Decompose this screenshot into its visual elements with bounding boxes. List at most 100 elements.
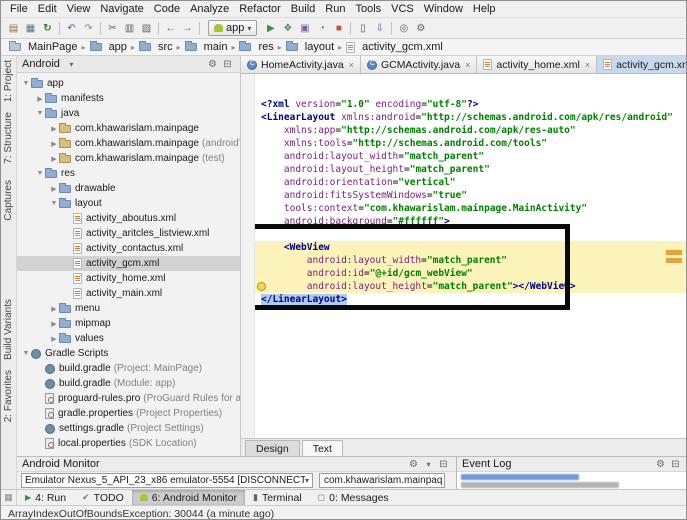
code-line[interactable]: android:background="#ffffff"> [255,215,687,228]
chevron-right-icon[interactable]: ▶ [35,95,45,103]
tree-item-local-properties-sdk-location[interactable]: local.properties(SDK Location) [17,436,240,451]
menu-vcs[interactable]: VCS [386,2,419,16]
code-line[interactable]: android:id="@+id/gcm_webView" [255,267,687,280]
menu-navigate[interactable]: Navigate [95,2,148,16]
tree-item-res[interactable]: ▼res [17,166,240,181]
profiler-icon[interactable] [313,20,330,36]
tree-item-com-khawarislam-mainpage-test[interactable]: ▶com.khawarislam.mainpage(test) [17,151,240,166]
menu-file[interactable]: File [5,2,33,16]
code-line[interactable]: <?xml version="1.0" encoding="utf-8"?> [255,98,687,111]
toolwindow-button-7-structure[interactable]: 7: Structure [3,112,14,164]
cut-icon[interactable] [104,20,121,36]
tree-item-java[interactable]: ▼java [17,106,240,121]
menu-tools[interactable]: Tools [350,2,386,16]
code-line[interactable]: android:layout_height="match_parent" [255,163,687,176]
breadcrumb-mainpage[interactable]: MainPage [7,41,80,53]
debug-icon[interactable] [279,20,296,36]
chevron-right-icon[interactable]: ▶ [49,155,59,163]
toolwindow-bar-todo[interactable]: TODO [74,490,132,505]
tree-item-build-gradle-module-app[interactable]: build.gradle(Module: app) [17,376,240,391]
chevron-down-icon[interactable]: ▼ [21,80,31,87]
settings-icon[interactable] [412,20,429,36]
tree-item-activity-aritcles-listview-xml[interactable]: activity_aritcles_listview.xml [17,226,240,241]
paste-icon[interactable] [138,20,155,36]
chevron-down-icon[interactable]: ▼ [35,170,45,177]
toolwindow-bar-terminal[interactable]: Terminal [245,490,310,505]
project-view-selector[interactable]: Android [22,57,79,71]
menu-window[interactable]: Window [419,2,468,16]
search-icon[interactable] [395,20,412,36]
code-line[interactable]: <LinearLayout xmlns:android="http://sche… [255,111,687,124]
menu-analyze[interactable]: Analyze [185,2,234,16]
menu-code[interactable]: Code [149,2,185,16]
toolwindow-switcher-icon[interactable] [1,490,17,505]
tree-item-com-khawarislam-mainpage-androidtest[interactable]: ▶com.khawarislam.mainpage(androidTest) [17,136,240,151]
save-all-icon[interactable] [22,20,39,36]
chevron-down-icon[interactable] [421,457,436,471]
tree-item-gradle-properties-project-properties[interactable]: gradle.properties(Project Properties) [17,406,240,421]
run-config-combo[interactable]: app [208,20,257,36]
tree-item-manifests[interactable]: ▶manifests [17,91,240,106]
tree-item-proguard-rules-pro-proguard-rules-for-app[interactable]: proguard-rules.pro(ProGuard Rules for ap… [17,391,240,406]
sdk-manager-icon[interactable] [371,20,388,36]
chevron-right-icon[interactable]: ▶ [49,320,59,328]
code-line[interactable]: android:layout_width="match_parent" [255,150,687,163]
chevron-down-icon[interactable]: ▼ [49,200,59,207]
code-line[interactable]: android:layout_width="match_parent" [255,254,687,267]
chevron-right-icon[interactable]: ▶ [49,305,59,313]
hide-panel-icon[interactable] [668,457,683,471]
menu-refactor[interactable]: Refactor [234,2,286,16]
menu-run[interactable]: Run [320,2,350,16]
gear-icon[interactable] [205,57,220,71]
tree-item-build-gradle-project-mainpage[interactable]: build.gradle(Project: MainPage) [17,361,240,376]
tree-item-activity-aboutus-xml[interactable]: activity_aboutus.xml [17,211,240,226]
toolwindow-bar-0-messages[interactable]: 0: Messages [310,490,397,505]
code-line[interactable]: tools:context="com.khawarislam.mainpage.… [255,202,687,215]
tree-item-values[interactable]: ▶values [17,331,240,346]
gear-icon[interactable] [406,457,421,471]
breadcrumb-src[interactable]: src [137,41,175,53]
back-icon[interactable] [162,20,179,36]
tree-item-drawable[interactable]: ▶drawable [17,181,240,196]
code-line[interactable]: xmlns:tools="http://schemas.android.com/… [255,137,687,150]
open-icon[interactable] [5,20,22,36]
copy-icon[interactable] [121,20,138,36]
editor-tab-homeactivity-java[interactable]: HomeActivity.java× [241,56,361,73]
tree-item-activity-gcm-xml[interactable]: activity_gcm.xml [17,256,240,271]
editor-mode-tab-design[interactable]: Design [245,440,300,456]
toolwindow-button-1-project[interactable]: 1: Project [3,60,14,102]
breadcrumb-layout[interactable]: layout [284,41,336,53]
forward-icon[interactable] [179,20,196,36]
editor-mode-tab-text[interactable]: Text [302,440,343,456]
code-line[interactable]: <WebView [255,241,687,254]
close-icon[interactable]: × [349,60,354,70]
close-icon[interactable]: × [585,60,590,70]
toolwindow-button-build-variants[interactable]: Build Variants [3,299,14,360]
editor-tab-gcmactivity-java[interactable]: GCMActivity.java× [361,56,477,73]
intention-bulb-icon[interactable] [257,282,266,291]
hide-panel-icon[interactable] [436,457,451,471]
process-selector[interactable]: com.khawarislam.mainpaq [319,473,445,488]
coverage-icon[interactable] [296,20,313,36]
code-line[interactable]: android:fitsSystemWindows="true" [255,189,687,202]
event-log-content[interactable] [457,472,687,489]
toolwindow-bar-6-android-monitor[interactable]: 6: Android Monitor [132,490,245,505]
redo-icon[interactable] [80,20,97,36]
editor-tab-activity-home-xml[interactable]: activity_home.xml× [477,56,597,73]
breadcrumb-app[interactable]: app [88,41,129,53]
tree-item-mipmap[interactable]: ▶mipmap [17,316,240,331]
toolwindow-button-captures[interactable]: Captures [3,180,14,221]
run-icon[interactable] [262,20,279,36]
close-icon[interactable]: × [465,60,470,70]
chevron-right-icon[interactable]: ▶ [49,335,59,343]
tree-item-app[interactable]: ▼app [17,76,240,91]
toolwindow-bar-4-run[interactable]: 4: Run [17,490,74,505]
code-line[interactable]: xmlns:app="http://schemas.android.com/ap… [255,124,687,137]
breadcrumb-activity-gcm-xml[interactable]: activity_gcm.xml [344,41,445,53]
tree-item-activity-contactus-xml[interactable]: activity_contactus.xml [17,241,240,256]
menu-build[interactable]: Build [286,2,320,16]
undo-icon[interactable] [63,20,80,36]
tree-item-gradle-scripts[interactable]: ▼Gradle Scripts [17,346,240,361]
code-editor[interactable]: <?xml version="1.0" encoding="utf-8"?><L… [255,74,687,438]
code-line[interactable] [255,228,687,241]
